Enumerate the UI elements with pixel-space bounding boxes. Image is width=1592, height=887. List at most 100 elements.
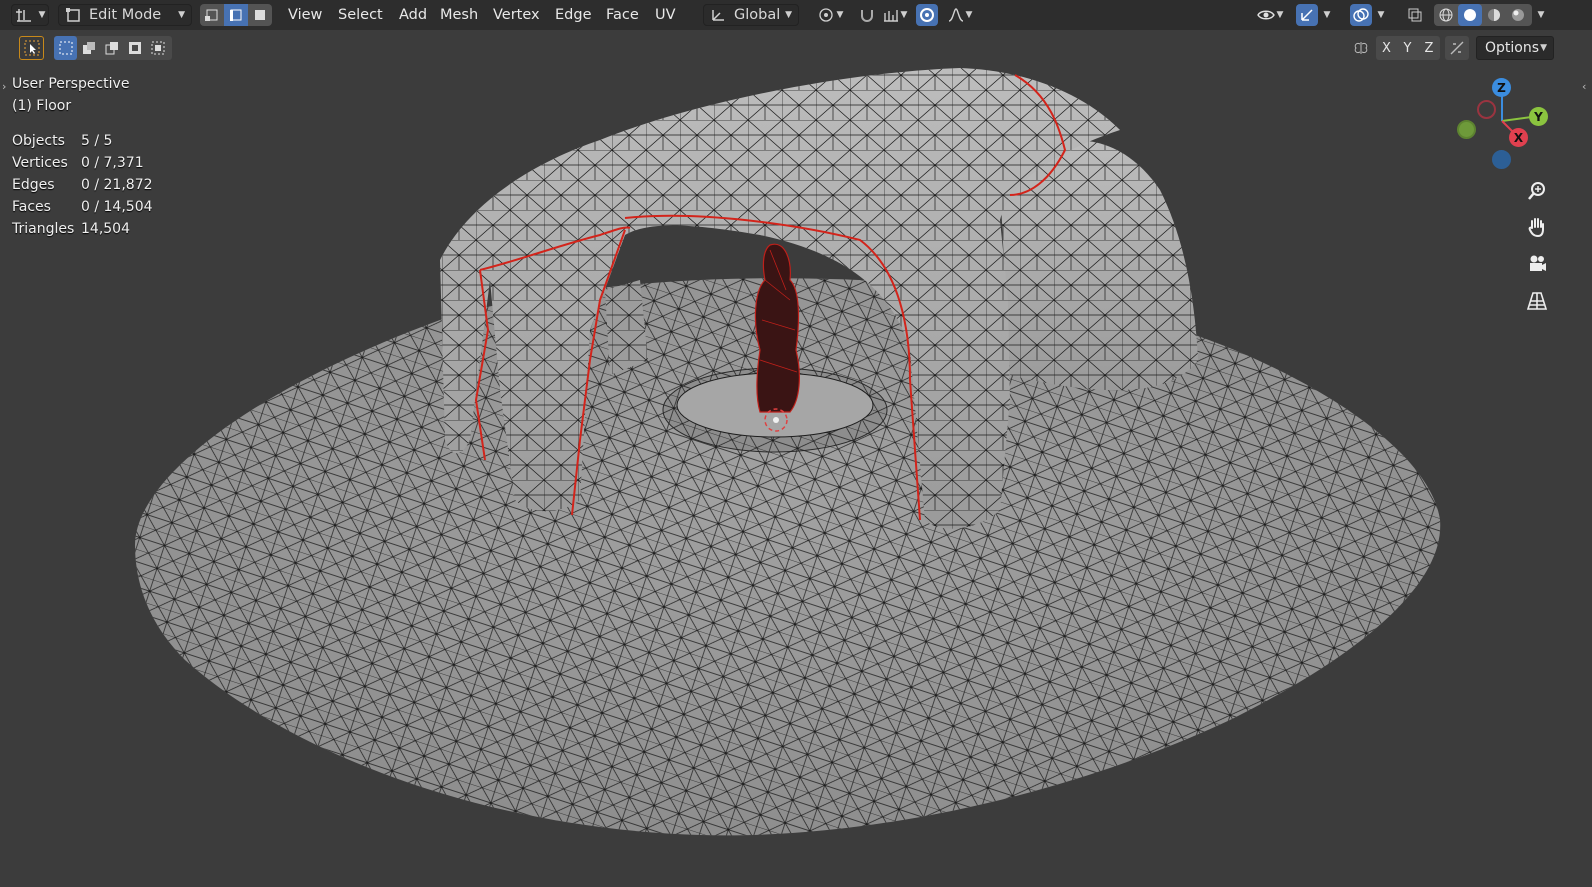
snap-increment-icon [883, 10, 898, 22]
magnet-icon [861, 10, 873, 22]
select-box-cursor-icon [24, 40, 39, 56]
select-intersect-button[interactable] [146, 36, 169, 60]
gizmo-y-axis[interactable]: Y [1529, 107, 1548, 126]
select-extend-icon [82, 42, 95, 54]
menu-face[interactable]: Face [606, 5, 639, 25]
orientation-axes-icon [712, 10, 724, 21]
overlay-icon [1353, 8, 1369, 22]
grid-perspective-icon [1526, 292, 1548, 310]
overlay-dropdown[interactable]: ▼ [1374, 4, 1388, 26]
shading-dropdown[interactable]: ▼ [1534, 4, 1548, 26]
editor-type-button[interactable]: ▼ [11, 4, 49, 26]
topology-mirror-button[interactable] [1445, 36, 1469, 60]
stat-row: Faces 0 / 14,504 [12, 199, 153, 215]
xray-toggle-button[interactable] [1404, 4, 1426, 26]
selection-mode-group [54, 36, 172, 60]
menu-select[interactable]: Select [338, 5, 383, 25]
select-subtract-button[interactable] [100, 36, 123, 60]
stat-row: Vertices 0 / 7,371 [12, 155, 144, 171]
viewport-header: ▼ Edit Mode ▼ View Select Add Mesh Verte… [0, 0, 1592, 30]
menu-edge[interactable]: Edge [555, 5, 592, 25]
gizmo-icon [1301, 9, 1313, 21]
gizmo-neg-x-axis[interactable] [1477, 100, 1496, 119]
mirror-z-button[interactable]: Z [1418, 36, 1440, 60]
menu-add[interactable]: Add [399, 5, 427, 25]
rendered-shading-button[interactable] [1506, 4, 1530, 26]
topology-mirror-icon [1450, 41, 1464, 55]
gizmo-neg-z-axis[interactable] [1492, 150, 1511, 169]
transform-orientation-selector[interactable]: Global ▼ [703, 4, 799, 26]
face-select-icon [255, 10, 265, 20]
material-sphere-icon [1488, 9, 1500, 21]
camera-icon [1530, 255, 1546, 271]
edge-select-icon [230, 9, 242, 21]
proportional-edit-button[interactable] [916, 4, 938, 26]
select-invert-button[interactable] [123, 36, 146, 60]
mirror-x-button[interactable]: X [1376, 36, 1397, 60]
grid-axes-icon [15, 9, 31, 22]
rendered-sphere-icon [1512, 9, 1524, 21]
edit-mode-icon [66, 8, 80, 22]
menu-uv[interactable]: UV [655, 5, 676, 25]
gizmo-x-axis[interactable]: X [1509, 128, 1528, 147]
eye-icon [1256, 10, 1275, 20]
tool-select-button[interactable] [19, 36, 44, 60]
pivot-point-button[interactable]: ▼ [812, 4, 848, 26]
gizmo-neg-y-axis[interactable] [1457, 120, 1476, 139]
zoom-button[interactable] [1522, 176, 1552, 206]
edge-select-button[interactable] [224, 4, 248, 26]
proportional-edit-icon [920, 8, 934, 22]
xray-icon [1408, 8, 1422, 22]
overlay-toggle-button[interactable] [1350, 4, 1372, 26]
mirror-butterfly-icon [1354, 42, 1368, 54]
gizmo-toggle-button[interactable] [1296, 4, 1318, 26]
toolbar-expand-arrow[interactable]: › [2, 80, 6, 93]
magnifier-zoom-icon [1528, 182, 1545, 200]
pan-button[interactable] [1522, 212, 1552, 242]
pivot-icon [818, 8, 833, 22]
falloff-button[interactable]: ▼ [942, 4, 978, 26]
snap-target-button[interactable]: ▼ [878, 4, 912, 26]
vertex-select-icon [205, 9, 218, 21]
vertex-select-button[interactable] [200, 4, 224, 26]
mirror-axes-group: X Y Z [1376, 36, 1440, 60]
material-shading-button[interactable] [1482, 4, 1506, 26]
visibility-button[interactable]: ▼ [1252, 4, 1288, 26]
select-extend-button[interactable] [77, 36, 100, 60]
solid-shading-button[interactable] [1458, 4, 1482, 26]
select-new-icon [59, 41, 72, 55]
gizmo-z-axis[interactable]: Z [1492, 78, 1511, 97]
menu-view[interactable]: View [288, 5, 322, 25]
stat-row: Edges 0 / 21,872 [12, 177, 153, 193]
perspective-toggle-button[interactable] [1522, 286, 1552, 316]
shading-mode-group [1434, 4, 1532, 26]
active-object-label: (1) Floor [12, 98, 72, 114]
solid-sphere-icon [1464, 9, 1476, 21]
viewport-scene[interactable] [0, 0, 1592, 887]
orientation-label: Global [734, 7, 781, 23]
menu-mesh[interactable]: Mesh [440, 5, 478, 25]
navigation-gizmo[interactable]: Z Y X [1455, 76, 1555, 176]
stat-row: Objects 5 / 5 [12, 133, 113, 149]
wireframe-shading-button[interactable] [1434, 4, 1458, 26]
hand-icon [1528, 218, 1544, 238]
options-label: Options [1485, 40, 1540, 56]
select-mode-group [200, 4, 272, 26]
stat-row: Triangles 14,504 [12, 221, 130, 237]
menu-vertex[interactable]: Vertex [493, 5, 540, 25]
camera-view-button[interactable] [1522, 249, 1552, 279]
select-invert-icon [128, 42, 141, 54]
mode-selector[interactable]: Edit Mode ▼ [58, 4, 192, 26]
select-intersect-icon [151, 41, 164, 55]
mirror-toggle-button[interactable] [1350, 36, 1372, 60]
options-dropdown[interactable]: Options ▼ [1476, 36, 1554, 60]
sidebar-expand-arrow[interactable]: ‹ [1582, 80, 1586, 93]
select-new-button[interactable] [54, 36, 77, 60]
face-select-button[interactable] [248, 4, 272, 26]
snap-toggle-button[interactable] [856, 4, 878, 26]
mirror-y-button[interactable]: Y [1397, 36, 1418, 60]
viewport-stats-overlay: User Perspective (1) Floor Objects 5 / 5 … [12, 73, 153, 240]
gizmo-dropdown[interactable]: ▼ [1320, 4, 1334, 26]
select-subtract-icon [105, 42, 118, 55]
wireframe-sphere-icon [1439, 8, 1453, 22]
